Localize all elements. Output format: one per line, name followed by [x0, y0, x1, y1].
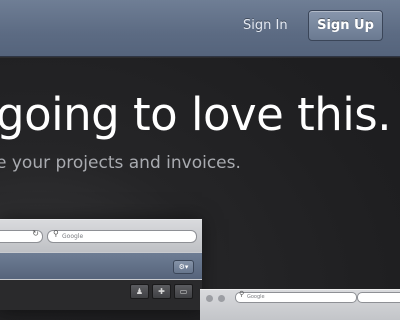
sign-in-link[interactable]: Sign In: [243, 16, 288, 36]
second-browser-search-field: ⚲ Google: [235, 290, 357, 303]
address-bar: ↻: [0, 229, 43, 243]
app-header-bar: ⚙▾: [0, 253, 202, 279]
search-placeholder: Google: [247, 294, 265, 300]
search-icon: ⚲: [239, 290, 245, 298]
add-contact-icon: ♟: [130, 284, 149, 299]
new-document-icon: ✚: [152, 284, 171, 299]
app-preview-window: ↻ ⚲ Google ⚙▾ ♟ ✚ ▭: [0, 219, 202, 310]
window-control-dot: [218, 295, 225, 302]
trash-icon: ▭: [174, 284, 193, 299]
hero-subheadline: e your projects and invoices.: [0, 153, 241, 173]
browser-toolbar: ↻ ⚲ Google: [0, 220, 202, 252]
search-icon: ⚲: [53, 229, 59, 238]
top-navigation-bar: Sign In Sign Up: [0, 0, 400, 57]
hero-headline: going to love this.: [0, 88, 392, 141]
gear-icon: ⚙▾: [173, 260, 194, 274]
search-placeholder: Google: [62, 233, 84, 240]
browser-search-field: ⚲ Google: [47, 229, 197, 243]
window-control-dot: [206, 295, 213, 302]
sign-up-button[interactable]: Sign Up: [308, 10, 383, 41]
app-action-bar: ♟ ✚ ▭: [0, 280, 202, 310]
second-browser-address-field: [357, 292, 400, 303]
reload-icon: ↻: [32, 229, 39, 238]
